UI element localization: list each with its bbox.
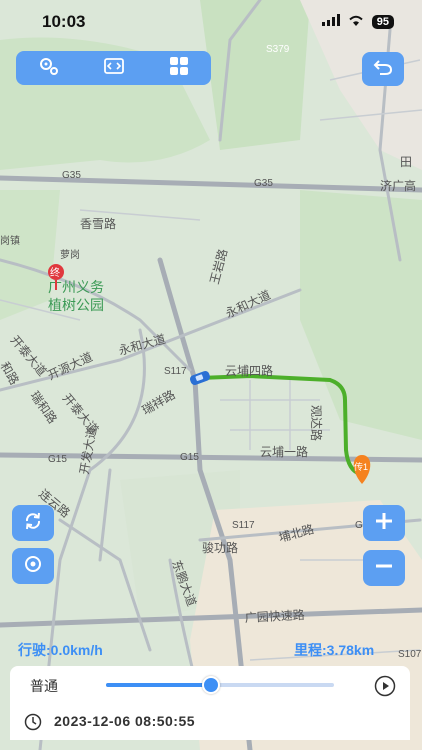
refresh-button[interactable] <box>12 505 54 541</box>
map-label-gangzhen: 岗镇 <box>0 234 20 247</box>
top-toolbar <box>16 51 211 85</box>
undo-icon <box>373 58 393 81</box>
map-label-guangyuan: 广园快速路 <box>244 607 305 625</box>
map-label-xiangxue: 香雪路 <box>80 216 116 231</box>
signal-icon <box>321 13 340 31</box>
end-marker-label: 传1 <box>354 461 368 472</box>
map-label-luogang: 萝岗 <box>60 249 80 261</box>
playback-datetime: 2023-12-06 08:50:55 <box>54 713 196 729</box>
map-label-tian: 田 <box>400 155 412 169</box>
map-label-yunpu1: 云埔一路 <box>260 444 308 459</box>
locate-icon <box>23 554 43 579</box>
map-label-g35-left: G35 <box>62 170 81 181</box>
map-label-yunpu: 云埔四路 <box>225 363 273 378</box>
map-label-s107: S107 <box>398 649 422 660</box>
plus-icon <box>374 511 394 536</box>
locate-button[interactable] <box>12 548 54 584</box>
wifi-icon <box>348 13 364 31</box>
route-icon <box>39 57 59 80</box>
back-button[interactable] <box>362 52 404 86</box>
map-label-s379: S379 <box>266 44 290 55</box>
speed-mode-label[interactable]: 普通 <box>30 676 58 696</box>
code-button[interactable] <box>97 53 131 83</box>
map-label-jiguang: 济广高 <box>380 178 416 193</box>
clock-icon <box>24 713 42 736</box>
map-label-g15-left: G15 <box>48 454 67 465</box>
zoom-in-button[interactable] <box>363 505 405 541</box>
refresh-icon <box>23 511 43 536</box>
minus-icon <box>374 556 394 581</box>
route-button[interactable] <box>32 53 66 83</box>
progress-slider[interactable] <box>106 676 334 694</box>
play-icon <box>374 675 396 701</box>
progress-fill <box>106 683 211 687</box>
speed-readout: 行驶:0.0km/h <box>18 642 103 658</box>
map-label-guanda: 观达路 <box>309 405 324 441</box>
map-label-g35-right: G35 <box>254 178 273 189</box>
distance-readout: 里程:3.78km <box>294 642 375 658</box>
slider-thumb[interactable] <box>201 676 220 694</box>
status-time: 10:03 <box>42 12 86 31</box>
map-label-g-right: G <box>355 520 363 531</box>
grid-icon <box>169 56 188 80</box>
code-icon <box>103 57 124 79</box>
zoom-out-button[interactable] <box>363 550 405 586</box>
map-label-park-line2: 植树公园 <box>48 297 104 313</box>
map-label-junhong: 骏功路 <box>202 540 238 555</box>
map-label-s117-bottom: S117 <box>232 520 255 531</box>
play-button[interactable] <box>374 675 396 702</box>
status-bar: 10:03 95 <box>0 0 422 44</box>
map-label-g15-mid: G15 <box>180 452 199 463</box>
playback-panel: 普通 <box>10 666 410 704</box>
map-label-s117-top: S117 <box>164 366 187 377</box>
battery-icon: 95 <box>371 15 394 29</box>
start-marker-label: 终 <box>50 266 60 279</box>
map-view[interactable]: S379 G35 G35 济广高 田 香雪路 萝岗 岗镇 广州义务 植树公园 王… <box>0 0 422 750</box>
grid-button[interactable] <box>162 53 196 83</box>
datetime-row: 2023-12-06 08:50:55 <box>10 704 410 740</box>
